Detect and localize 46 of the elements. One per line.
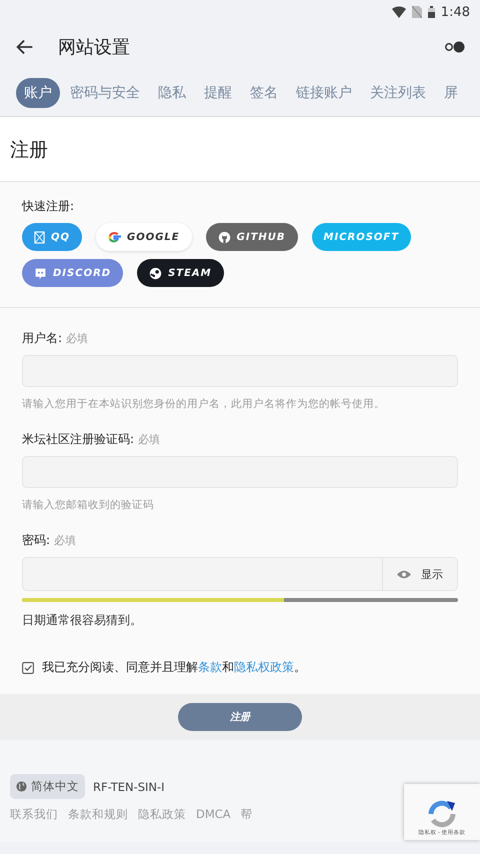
privacy-link[interactable]: 隐私权政策 (234, 660, 294, 674)
agreement-text: 我已充分阅读、同意并且理解条款和隐私权政策。 (42, 659, 306, 676)
tab[interactable]: 关注列表 (362, 78, 434, 108)
tab[interactable]: 签名 (242, 78, 286, 108)
wifi-icon (392, 6, 406, 18)
strength-hint: 日期通常很容易猜到。 (22, 612, 143, 629)
field-hint: 请输入您用于在本站识别您身份的用户名，此用户名将作为您的帐号使用。 (22, 397, 386, 411)
battery-icon (428, 6, 435, 18)
server-label: RF-TEN-SIN-I (93, 780, 165, 794)
terms-link[interactable]: 条款 (198, 660, 222, 674)
field-label: 密码: 必填 (22, 533, 76, 547)
clock: 1:48 (440, 4, 470, 20)
discord-login-button[interactable]: DISCORD (22, 259, 124, 287)
envelope-icon (34, 230, 45, 244)
field-hint: 请输入您邮箱收到的验证码 (22, 498, 155, 512)
quick-register-label: 快速注册: (22, 198, 76, 215)
theme-toggle-icon[interactable] (444, 41, 466, 53)
show-password-button[interactable]: 显示 (382, 558, 457, 590)
chat-icon (34, 266, 47, 280)
qq-login-button[interactable]: QQ (22, 223, 82, 251)
footer-link[interactable]: 条款和规则 (68, 807, 128, 822)
microsoft-login-button[interactable]: MICROSOFT (312, 223, 412, 251)
tab[interactable]: 链接账户 (288, 78, 360, 108)
page-title: 网站设置 (58, 36, 131, 59)
tab[interactable]: 提醒 (196, 78, 240, 108)
no-sim-icon (412, 6, 422, 18)
tab[interactable]: 账户 (16, 78, 60, 108)
footer-link[interactable]: 帮 (240, 807, 253, 822)
language-button[interactable]: 简体中文 (10, 774, 85, 799)
google-login-button[interactable]: GOOGLE (96, 223, 192, 251)
footer-link[interactable]: DMCA (196, 807, 231, 822)
footer-link[interactable]: 隐私政策 (138, 807, 186, 822)
google-g-icon (108, 230, 122, 244)
tab[interactable]: 屏 (436, 78, 466, 108)
field-label: 用户名: 必填 (22, 331, 88, 345)
checkbox[interactable] (22, 662, 34, 674)
github-login-button[interactable]: GITHUB (206, 223, 298, 251)
field-label: 米坛社区注册验证码: 必填 (22, 432, 160, 446)
register-button[interactable]: 注册 (178, 703, 302, 731)
password-field[interactable]: 显示 (22, 557, 458, 591)
steam-login-button[interactable]: STEAM (137, 259, 224, 287)
tab[interactable]: 隐私 (150, 78, 194, 108)
eye-icon (397, 570, 411, 578)
tab[interactable]: 密码与安全 (62, 78, 148, 108)
steam-icon (149, 266, 162, 280)
footer-link[interactable]: 联系我们 (10, 807, 58, 822)
